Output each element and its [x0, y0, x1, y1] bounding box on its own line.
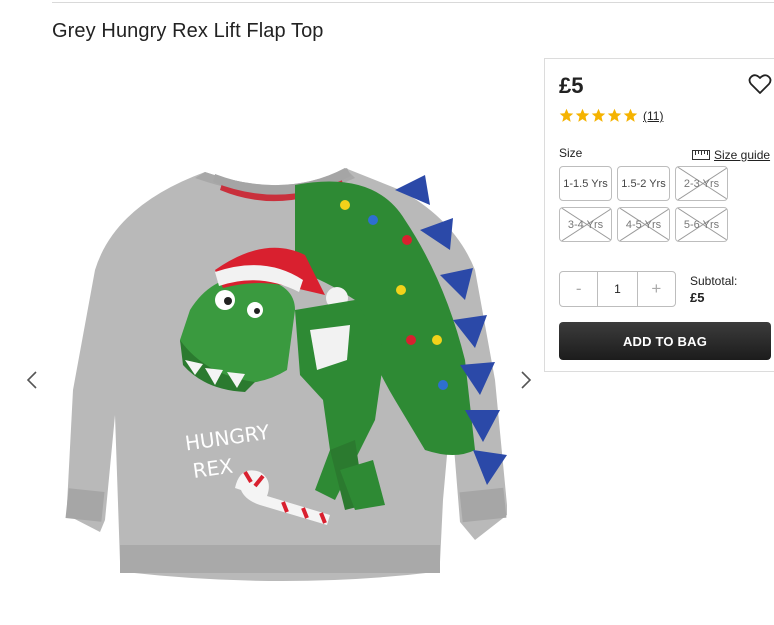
- subtotal-value: £5: [690, 290, 705, 305]
- size-option-1-1-5[interactable]: 1-1.5 Yrs: [559, 166, 612, 201]
- size-option-label: 1-1.5 Yrs: [563, 177, 608, 190]
- product-gallery: HUNGRY REX: [0, 60, 545, 589]
- quantity-stepper: - 1 +: [559, 271, 676, 307]
- size-option-label: 1.5-2 Yrs: [621, 177, 666, 190]
- purchase-panel: £5 (11) Size Size guide 1-1.5 Yrs 1.5-2 …: [544, 58, 774, 372]
- star-icon: [591, 108, 606, 122]
- star-icon: [623, 108, 638, 122]
- quantity-increase-button[interactable]: +: [638, 272, 675, 306]
- size-option-2-3-unavailable[interactable]: 2-3 Yrs: [675, 166, 728, 201]
- quantity-decrease-button[interactable]: -: [560, 272, 597, 306]
- add-to-bag-button[interactable]: ADD TO BAG: [559, 322, 771, 360]
- quantity-input[interactable]: 1: [597, 272, 638, 306]
- star-icon: [575, 108, 590, 122]
- size-guide-link[interactable]: Size guide: [692, 148, 770, 162]
- chevron-left-icon: [26, 371, 37, 389]
- size-option-label: 2-3 Yrs: [683, 177, 720, 190]
- top-divider: [52, 2, 774, 3]
- gallery-prev-button[interactable]: [22, 365, 42, 395]
- gallery-next-button[interactable]: [516, 365, 536, 395]
- size-option-1-5-2[interactable]: 1.5-2 Yrs: [617, 166, 670, 201]
- product-image[interactable]: HUNGRY REX: [55, 160, 510, 625]
- rating-stars: [559, 108, 638, 123]
- size-label: Size: [559, 146, 583, 160]
- size-option-label: 3-4 Yrs: [567, 218, 604, 231]
- subtotal-label: Subtotal:: [690, 274, 738, 288]
- product-price: £5: [559, 73, 584, 98]
- star-icon: [607, 108, 622, 122]
- size-option-5-6-unavailable[interactable]: 5-6 Yrs: [675, 207, 728, 242]
- size-option-4-5-unavailable[interactable]: 4-5 Yrs: [617, 207, 670, 242]
- size-option-3-4-unavailable[interactable]: 3-4 Yrs: [559, 207, 612, 242]
- size-guide-label: Size guide: [714, 148, 771, 162]
- review-count-link[interactable]: (11): [643, 109, 663, 123]
- size-option-label: 5-6 Yrs: [683, 218, 720, 231]
- product-title: Grey Hungry Rex Lift Flap Top: [52, 20, 324, 42]
- ruler-icon: [692, 150, 710, 160]
- chevron-right-icon: [521, 371, 532, 389]
- heart-icon[interactable]: [748, 73, 772, 95]
- star-icon: [559, 108, 574, 122]
- size-option-label: 4-5 Yrs: [625, 218, 662, 231]
